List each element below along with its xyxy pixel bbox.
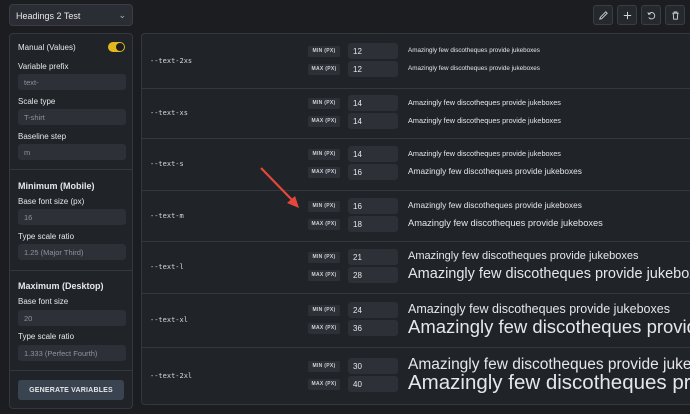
- baseline-step-label: Baseline step: [18, 132, 67, 141]
- variable-prefix-label: Variable prefix: [18, 62, 69, 71]
- min-px-badge: MIN (PX): [308, 200, 340, 212]
- pencil-icon: [598, 10, 608, 20]
- min-px-badge: MIN (PX): [308, 148, 340, 160]
- max-base-size-input[interactable]: 20: [18, 310, 126, 326]
- variable-name: --text-2xl: [150, 372, 193, 380]
- reset-button[interactable]: [641, 5, 661, 25]
- divider: [10, 169, 132, 170]
- max-size-input[interactable]: 12: [348, 61, 398, 77]
- min-size-input[interactable]: 14: [348, 95, 398, 111]
- max-px-badge: MAX (PX): [308, 269, 340, 281]
- max-size-input[interactable]: 36: [348, 320, 398, 336]
- min-px-badge: MIN (PX): [308, 251, 340, 263]
- max-size-input[interactable]: 16: [348, 164, 398, 180]
- plus-icon: [623, 11, 631, 19]
- scale-row: --text-l MIN (PX) 21 Amazingly few discothe…: [142, 241, 690, 294]
- preset-select[interactable]: Headings 2 Test ⌄: [9, 4, 133, 26]
- generate-variables-button[interactable]: GENERATE VARIABLES: [18, 380, 124, 400]
- scale-row: --text-2xs MIN (PX) 12 Amazingly few discot…: [142, 34, 690, 89]
- min-base-size-label: Base font size (px): [18, 197, 85, 206]
- top-bar: Headings 2 Test ⌄: [0, 0, 690, 32]
- mode-toggle[interactable]: [108, 42, 125, 52]
- max-px-badge: MAX (PX): [308, 115, 340, 127]
- min-px-badge: MIN (PX): [308, 304, 340, 316]
- min-base-size-input[interactable]: 16: [18, 209, 126, 225]
- max-size-input[interactable]: 14: [348, 113, 398, 129]
- min-preview-text: Amazingly few discotheques provide jukeb…: [408, 46, 540, 54]
- min-size-input[interactable]: 24: [348, 302, 398, 318]
- max-size-input[interactable]: 28: [348, 267, 398, 283]
- max-preview-text: Amazingly few discotheques provide jukeb…: [408, 370, 690, 394]
- variable-name: --text-l: [150, 263, 184, 271]
- baseline-step-input[interactable]: m: [18, 144, 126, 160]
- trash-icon: [671, 11, 679, 20]
- scale-row: --text-xs MIN (PX) 14 Amazingly few discoth…: [142, 88, 690, 139]
- chevron-down-icon: ⌄: [118, 10, 126, 20]
- max-size-input[interactable]: 18: [348, 216, 398, 232]
- scale-type-input[interactable]: T-shirt: [18, 109, 126, 125]
- min-preview-text: Amazingly few discotheques provide jukeb…: [408, 302, 670, 317]
- max-preview-text: Amazingly few discotheques provide jukeb…: [408, 217, 603, 228]
- toggle-knob: [116, 43, 124, 51]
- max-px-badge: MAX (PX): [308, 322, 340, 334]
- min-preview-text: Amazingly few discotheques provide jukeb…: [408, 249, 639, 262]
- undo-icon: [646, 11, 655, 19]
- min-size-input[interactable]: 30: [348, 358, 398, 374]
- scale-row: --text-2xl MIN (PX) 30 Amazingly few discot…: [142, 347, 690, 404]
- delete-button[interactable]: [665, 5, 685, 25]
- max-preview-text: Amazingly few discotheques provide jukeb…: [408, 266, 690, 283]
- min-size-input[interactable]: 12: [348, 43, 398, 59]
- min-size-input[interactable]: 16: [348, 198, 398, 214]
- minimum-heading: Minimum (Mobile): [18, 181, 95, 191]
- max-ratio-label: Type scale ratio: [18, 332, 75, 341]
- min-size-input[interactable]: 21: [348, 249, 398, 265]
- max-preview-text: Amazingly few discotheques provide jukeb…: [408, 64, 540, 72]
- min-preview-text: Amazingly few discotheques provide jukeb…: [408, 148, 561, 158]
- settings-sidebar: Manual (Values) Variable prefix text- Sc…: [9, 33, 133, 409]
- min-preview-text: Amazingly few discotheques provide jukeb…: [408, 200, 582, 211]
- min-ratio-input[interactable]: 1.25 (Major Third): [18, 244, 126, 260]
- min-size-input[interactable]: 14: [348, 146, 398, 162]
- variable-prefix-input[interactable]: text-: [18, 74, 126, 90]
- divider: [10, 370, 132, 371]
- max-preview-text: Amazingly few discotheques provide jukeb…: [408, 115, 561, 125]
- variable-name: --text-2xs: [150, 57, 193, 65]
- type-scale-table: --text-2xs MIN (PX) 12 Amazingly few discot…: [141, 33, 690, 405]
- variable-name: --text-xl: [150, 316, 188, 324]
- variable-name: --text-m: [150, 211, 184, 220]
- scale-type-label: Scale type: [18, 97, 56, 106]
- preset-select-value: Headings 2 Test: [16, 11, 81, 21]
- max-px-badge: MAX (PX): [308, 166, 340, 178]
- annotation-arrow: [260, 167, 299, 208]
- min-ratio-label: Type scale ratio: [18, 232, 75, 241]
- max-px-badge: MAX (PX): [308, 218, 340, 230]
- edit-button[interactable]: [593, 5, 613, 25]
- max-preview-text: Amazingly few discotheques provide jukeb…: [408, 166, 582, 177]
- scale-row: --text-m MIN (PX) 16 Amazingly few discothe…: [142, 190, 690, 242]
- max-size-input[interactable]: 40: [348, 376, 398, 392]
- variable-name: --text-s: [150, 160, 184, 168]
- max-px-badge: MAX (PX): [308, 63, 340, 75]
- max-base-size-label: Base font size: [18, 297, 69, 306]
- max-px-badge: MAX (PX): [308, 378, 340, 390]
- maximum-heading: Maximum (Desktop): [18, 281, 104, 291]
- add-button[interactable]: [617, 5, 637, 25]
- min-preview-text: Amazingly few discotheques provide jukeb…: [408, 97, 561, 107]
- scale-row: --text-xl MIN (PX) 24 Amazingly few discoth…: [142, 293, 690, 348]
- min-px-badge: MIN (PX): [308, 97, 340, 109]
- max-preview-text: Amazingly few discotheques provide jukeb…: [408, 315, 690, 337]
- mode-label: Manual (Values): [18, 43, 76, 52]
- min-px-badge: MIN (PX): [308, 360, 340, 372]
- max-ratio-input[interactable]: 1.333 (Perfect Fourth): [18, 345, 126, 361]
- divider: [10, 270, 132, 271]
- variable-name: --text-xs: [150, 109, 188, 117]
- min-px-badge: MIN (PX): [308, 45, 340, 57]
- scale-row: --text-s MIN (PX) 14 Amazingly few discothe…: [142, 138, 690, 191]
